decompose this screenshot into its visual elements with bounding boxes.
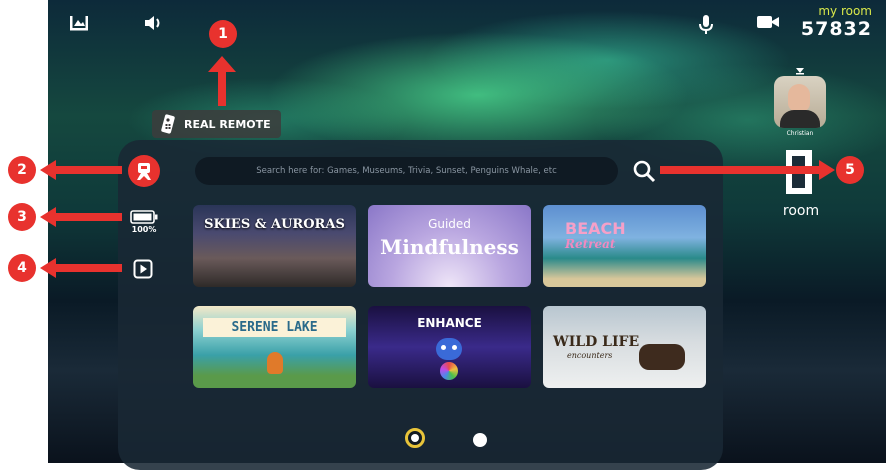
callout-badge-3: 3	[8, 203, 36, 231]
tile-title: ENHANCE	[417, 316, 482, 330]
tile-subtitle: encounters	[567, 351, 613, 360]
room-code-label: my room	[818, 4, 872, 18]
real-remote-button[interactable]: REAL REMOTE	[152, 110, 281, 138]
search-placeholder: Search here for: Games, Museums, Trivia,…	[256, 166, 557, 176]
callout-arrow-3	[40, 207, 122, 231]
microphone-icon[interactable]	[698, 14, 714, 36]
exit-room-label: room	[782, 203, 820, 219]
room-code: my room 57832	[801, 4, 872, 40]
user-name: Christian	[786, 130, 814, 137]
pagination-dot-current[interactable]	[405, 428, 425, 448]
remote-icon	[161, 114, 175, 134]
tile-subtitle: Retreat	[565, 237, 616, 251]
callout-arrow-2	[40, 160, 122, 184]
search-button[interactable]	[632, 159, 656, 187]
pagination-dot-2[interactable]	[473, 433, 487, 447]
battery-level: 100%	[131, 225, 157, 234]
media-play-button[interactable]	[133, 259, 153, 279]
battery-icon	[130, 210, 158, 224]
room-code-number: 57832	[800, 18, 872, 40]
tile-guided-mindfulness[interactable]: Guided Mindfulness	[368, 205, 531, 287]
user-video-tile[interactable]	[774, 76, 826, 128]
tile-enhance[interactable]: ENHANCE	[368, 306, 531, 388]
callout-arrow-4	[40, 258, 122, 282]
battery-status: 100%	[130, 210, 158, 234]
video-camera-icon[interactable]	[756, 14, 780, 30]
callout-badge-1: 1	[209, 20, 237, 48]
callout-arrow-5	[660, 160, 835, 184]
tile-title: Mindfulness	[380, 235, 519, 259]
search-icon	[633, 160, 656, 183]
tile-title: SKIES & AURORAS	[204, 217, 345, 232]
content-panel	[118, 140, 723, 470]
picture-icon[interactable]	[68, 14, 90, 32]
play-icon	[133, 259, 153, 279]
volume-icon[interactable]	[143, 14, 165, 32]
tile-title: SERENE LAKE	[203, 318, 346, 337]
tile-wild-life-encounters[interactable]: WILD LIFE encounters	[543, 306, 706, 388]
tile-beach-retreat[interactable]: BEACH Retreat	[543, 205, 706, 287]
search-input[interactable]: Search here for: Games, Museums, Trivia,…	[195, 157, 618, 185]
callout-badge-4: 4	[8, 254, 36, 282]
real-remote-label: REAL REMOTE	[184, 117, 271, 131]
profile-button[interactable]	[128, 155, 160, 187]
tile-title: BEACH	[565, 219, 626, 238]
callout-badge-2: 2	[8, 156, 36, 184]
callout-badge-5: 5	[836, 156, 864, 184]
fox-icon	[267, 352, 283, 374]
avatar-logo-icon	[128, 155, 160, 187]
tile-skies-auroras[interactable]: SKIES & AURORAS	[193, 205, 356, 287]
tile-serene-lake[interactable]: SERENE LAKE	[193, 306, 356, 388]
tile-title: WILD LIFE	[553, 334, 640, 350]
robot-icon	[436, 338, 462, 360]
moose-icon	[639, 344, 685, 370]
callout-arrow-1	[207, 56, 237, 110]
tile-title-small: Guided	[428, 217, 471, 231]
avatar	[788, 84, 810, 112]
